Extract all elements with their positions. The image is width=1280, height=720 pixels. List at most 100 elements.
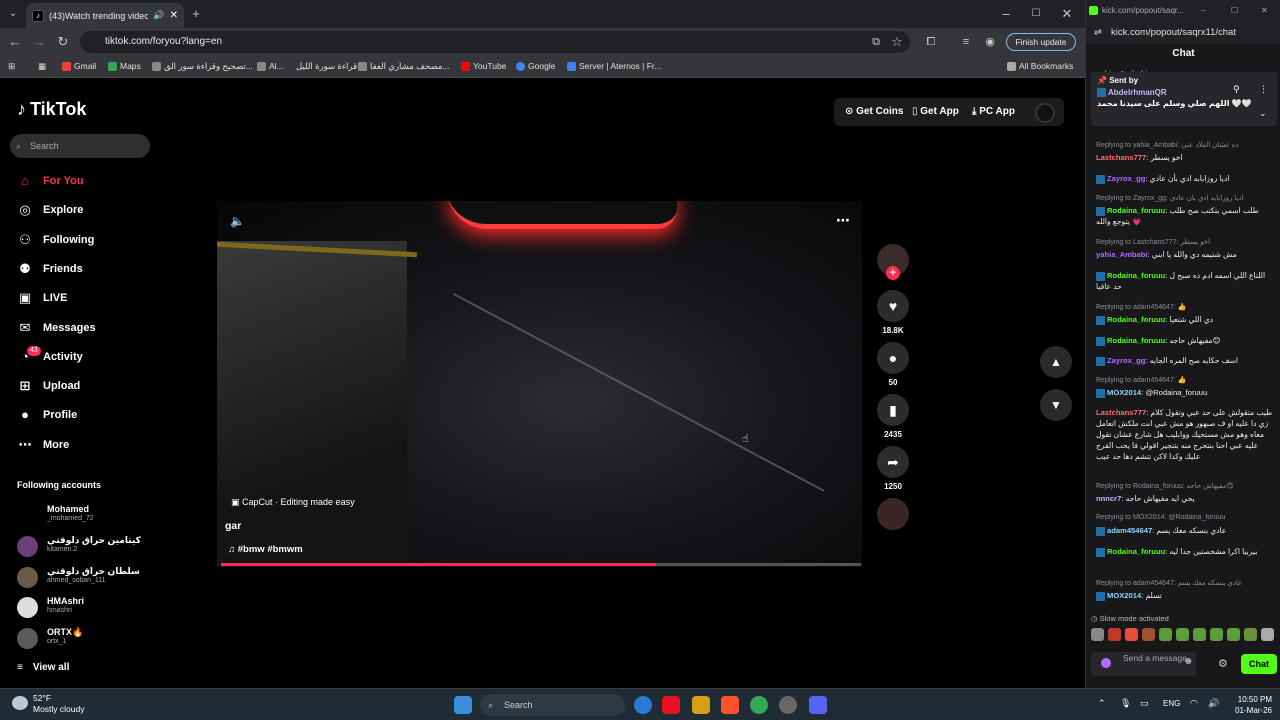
install-icon[interactable]: ⧉ xyxy=(866,32,886,52)
speaker-icon[interactable]: 🔊 xyxy=(153,10,164,21)
bookmark-google[interactable]: Google xyxy=(516,61,555,71)
close-window-button[interactable]: ✕ xyxy=(1057,4,1077,24)
emote-icon[interactable] xyxy=(1244,628,1257,641)
chat-username[interactable]: Rodaina_foruuu xyxy=(1107,336,1165,345)
maximize-button[interactable]: ☐ xyxy=(1231,0,1238,22)
nav-friends[interactable]: ⚉ Friends xyxy=(17,261,83,277)
tiktok-logo[interactable]: ♪ TikTok xyxy=(17,99,86,120)
capcut-tag[interactable]: ▣ CapCut · Editing made easy xyxy=(231,497,355,508)
language-indicator[interactable]: ENG xyxy=(1163,699,1180,708)
chat-username[interactable]: nnncr7 xyxy=(1096,494,1121,503)
chat-message[interactable]: Rodaina_foruuu: اللتاع اللي اسمه ادم ده … xyxy=(1096,270,1274,292)
pc-app-button[interactable]: ⤓ PC App xyxy=(972,100,1015,124)
chat-url-bar[interactable]: ⇌ kick.com/popout/saqrx11/chat xyxy=(1086,22,1280,44)
chat-message[interactable]: Rodaina_foruuu: مفيهاش حاجه😊 xyxy=(1096,335,1274,346)
account-item[interactable]: HMAshri hmashri xyxy=(17,594,152,622)
share-button[interactable]: ➦ 1250 xyxy=(876,446,910,491)
bookmark-4[interactable]: Al... xyxy=(257,61,284,71)
nav-for-you[interactable]: ⌂ For You xyxy=(17,173,83,189)
emote-icon[interactable] xyxy=(1125,628,1138,641)
chat-username[interactable]: Rodaina_foruuu xyxy=(1107,271,1165,280)
video-progress-bar[interactable] xyxy=(221,563,861,566)
bookmark-gmail[interactable]: Gmail xyxy=(62,61,96,71)
media-icon[interactable]: ≡ xyxy=(956,32,976,52)
chat-message[interactable]: Rodaina_foruuu: دي اللي شتعيا xyxy=(1096,314,1274,325)
nav-live[interactable]: ▣ LIVE xyxy=(17,290,68,306)
chat-message[interactable]: Lastchans777: اخو يسطر xyxy=(1096,152,1274,163)
bookmark-aternos[interactable]: Server | Aternos | Fr... xyxy=(567,61,661,71)
nav-messages[interactable]: ✉ Messages xyxy=(17,320,96,336)
follow-plus-icon[interactable]: + xyxy=(886,266,900,280)
pinned-message[interactable]: 📌 Sent by AbdelrhmanQR اللهم صلي وسلم عل… xyxy=(1091,72,1277,126)
chat-username[interactable]: Rodaina_foruuu xyxy=(1107,547,1165,556)
minimize-button[interactable]: – xyxy=(996,4,1016,24)
user-avatar[interactable] xyxy=(1035,103,1055,123)
music-disc[interactable] xyxy=(876,498,910,534)
minimize-button[interactable]: – xyxy=(1201,0,1205,22)
video-player[interactable] xyxy=(217,201,862,567)
nav-upload[interactable]: ⊞ Upload xyxy=(17,378,81,394)
get-coins-button[interactable]: ⊙ Get Coins xyxy=(845,100,903,124)
chat-username[interactable]: Zayrox_gg xyxy=(1107,356,1145,365)
emote-icon[interactable] xyxy=(1227,628,1240,641)
system-clock[interactable]: 10:50 PM 01-Mar-26 xyxy=(1230,694,1272,716)
app-r-icon[interactable] xyxy=(692,696,710,714)
emote-icon[interactable] xyxy=(1210,628,1223,641)
emote-icon[interactable] xyxy=(1176,628,1189,641)
account-item[interactable]: ORTX🔥 ortx_1 xyxy=(17,625,152,653)
nav-explore[interactable]: ◎ Explore xyxy=(17,202,83,218)
bookmark-star-icon[interactable]: ☆ xyxy=(887,32,907,52)
volume-icon[interactable]: 🔈 xyxy=(230,214,245,228)
chrome-icon[interactable] xyxy=(750,696,768,714)
save-button[interactable]: ▮ 2435 xyxy=(876,394,910,439)
chat-message[interactable]: adam454647: عادي بنسكه معك يسم xyxy=(1096,525,1274,536)
bookmark-3[interactable]: تصحيح وقراءة سور الق... xyxy=(152,61,253,72)
chat-message[interactable]: Lastchans777: طيب متقولش على حد عبي وتقو… xyxy=(1096,407,1274,462)
next-video-button[interactable]: ▼ xyxy=(1040,389,1072,421)
get-app-button[interactable]: ▯ Get App xyxy=(912,100,959,124)
video-tags[interactable]: ♫ #bmw #bmwm xyxy=(228,544,303,555)
volume-tray-icon[interactable]: 🔊 xyxy=(1208,698,1219,709)
chat-message[interactable]: Zayrox_gg: اديا روزابابه ادي بأن عادي xyxy=(1096,173,1274,184)
profile-icon[interactable]: ◉ xyxy=(980,32,1000,52)
brave-icon[interactable] xyxy=(721,696,739,714)
site-info-icon[interactable]: ⇌ xyxy=(1094,22,1102,44)
view-all-link[interactable]: ≡ View all xyxy=(17,662,69,673)
browser-tab[interactable]: ♪ (43)Watch trending videos 🔊 ✕ xyxy=(26,3,184,28)
nav-more[interactable]: ⋯ More xyxy=(17,437,70,453)
extensions-icon[interactable]: ⧠ xyxy=(921,32,941,52)
chat-username[interactable]: Zayrox_gg xyxy=(1107,174,1145,183)
pinned-collapse-icon[interactable]: ⌄ xyxy=(1259,108,1267,119)
bookmark-6[interactable]: مصحف مشاري العفا... xyxy=(358,61,449,72)
emote-icon[interactable] xyxy=(1159,628,1172,641)
new-tab-button[interactable]: + xyxy=(186,4,206,24)
bookmark-youtube[interactable]: YouTube xyxy=(461,61,506,71)
emoji-icon[interactable]: ☻ xyxy=(1183,657,1194,667)
edge-icon[interactable] xyxy=(634,696,652,714)
chat-message[interactable]: Rodaina_foruuu: بيربيا اكرا مشخصتين جدا … xyxy=(1096,546,1274,557)
emote-icon[interactable] xyxy=(1142,628,1155,641)
emote-icon[interactable] xyxy=(1261,628,1274,641)
emote-icon[interactable] xyxy=(1091,628,1104,641)
nav-following[interactable]: ⚇ Following xyxy=(17,232,94,248)
bookmark-5[interactable]: قراءة سورة الليل xyxy=(296,61,357,72)
tab-close-icon[interactable]: ✕ xyxy=(170,10,178,21)
apps-icon[interactable]: ⊞ xyxy=(8,61,15,72)
account-item[interactable]: Mohamed _mohamed_72 xyxy=(17,502,152,530)
send-chat-button[interactable]: Chat xyxy=(1241,654,1277,674)
chat-username[interactable]: MOX2014 xyxy=(1107,388,1141,397)
previous-video-button[interactable]: ▲ xyxy=(1040,346,1072,378)
tab-search-icon[interactable]: ⌄ xyxy=(3,4,23,24)
chat-message[interactable]: Zayrox_gg: اسف حكايه صح المره الجايه xyxy=(1096,355,1274,366)
reload-icon[interactable]: ↻ xyxy=(53,32,73,52)
chat-message[interactable]: nnncr7: يحي ايه مفيهاش حاجه xyxy=(1096,493,1274,504)
back-icon[interactable]: ← xyxy=(5,32,25,52)
chat-message[interactable]: Rodaina_foruuu: طلب اسمي يتكتب صح طلب يت… xyxy=(1096,205,1274,227)
close-button[interactable]: ✕ xyxy=(1261,0,1268,22)
video-more-icon[interactable]: ⋯ xyxy=(836,212,850,229)
mic-icon[interactable]: 🎙 xyxy=(1120,698,1131,709)
emote-icon[interactable] xyxy=(1193,628,1206,641)
bookmark-maps[interactable]: Maps xyxy=(108,61,141,71)
battery-icon[interactable]: ▭ xyxy=(1140,698,1149,709)
forward-icon[interactable]: → xyxy=(29,32,49,52)
